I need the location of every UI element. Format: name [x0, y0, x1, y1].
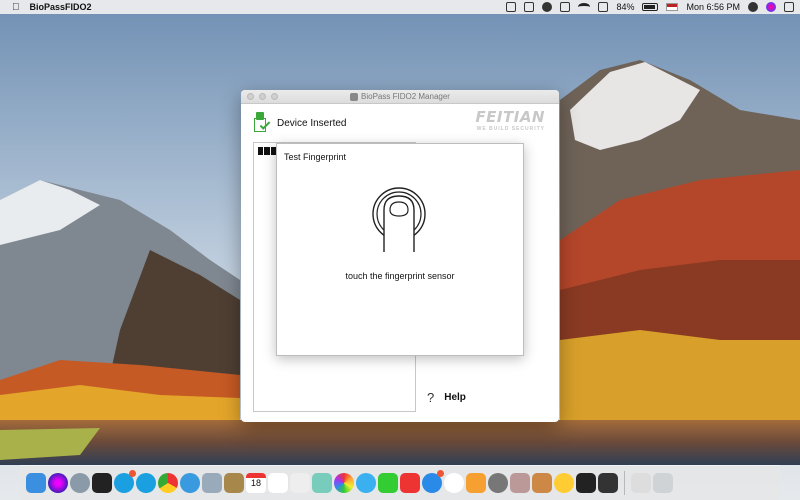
- trash-icon[interactable]: [653, 473, 673, 493]
- menubar-app-name[interactable]: BioPassFIDO2: [30, 2, 92, 12]
- list-view-icon: [258, 147, 276, 155]
- logo-tagline: WE BUILD SECURITY: [476, 126, 545, 132]
- test-fingerprint-dialog: Test Fingerprint touch the fingerprint s…: [276, 143, 524, 356]
- feitian-logo: FEITIAN WE BUILD SECURITY: [475, 108, 545, 132]
- system-preferences-icon[interactable]: [488, 473, 508, 493]
- window-controls: [247, 93, 278, 100]
- safari-icon[interactable]: [180, 473, 200, 493]
- close-button[interactable]: [247, 93, 254, 100]
- skype-business-icon[interactable]: [136, 473, 156, 493]
- screen-capture-icon[interactable]: [524, 2, 535, 12]
- itunes-icon[interactable]: [444, 473, 464, 493]
- spotlight-search-icon[interactable]: [748, 2, 758, 12]
- help-icon: ?: [427, 390, 435, 405]
- calendar-icon[interactable]: 18: [246, 473, 266, 493]
- maps-icon[interactable]: [312, 473, 332, 493]
- photo-booth-icon[interactable]: [400, 473, 420, 493]
- launchpad-icon[interactable]: [70, 473, 90, 493]
- dock-separator: [624, 471, 625, 495]
- app-store-icon[interactable]: [422, 470, 444, 493]
- calendar-day: 18: [250, 478, 261, 488]
- usb-device-check-icon: [253, 112, 271, 134]
- chrome-icon[interactable]: [158, 473, 178, 493]
- apple-menu-icon[interactable]: : [12, 2, 20, 13]
- siri-dock-icon[interactable]: [48, 473, 68, 493]
- skype-icon[interactable]: [114, 470, 136, 493]
- photos-icon[interactable]: [334, 473, 354, 493]
- contacts-icon[interactable]: [224, 473, 244, 493]
- terminal-icon[interactable]: [576, 473, 596, 493]
- preview-icon[interactable]: [202, 473, 222, 493]
- input-source-flag-icon[interactable]: [666, 3, 679, 11]
- reminders-icon[interactable]: [290, 473, 310, 493]
- finder-icon[interactable]: [26, 473, 46, 493]
- ibooks-icon[interactable]: [466, 473, 486, 493]
- dock: 18: [20, 465, 780, 500]
- status-app-icon[interactable]: [506, 2, 517, 12]
- display-icon[interactable]: [560, 2, 571, 12]
- utility-icon[interactable]: [532, 473, 552, 493]
- dialog-title: Test Fingerprint: [284, 152, 347, 162]
- keychain-icon[interactable]: [510, 473, 530, 493]
- menu-bar:  BioPassFIDO2 84% Mon 6:56 PM: [0, 0, 800, 14]
- fingerprint-touch-icon: [371, 186, 427, 252]
- biopass-dock-icon[interactable]: [598, 473, 618, 493]
- logo-brand: FEITIAN: [475, 108, 545, 126]
- documents-stack-icon[interactable]: [631, 473, 651, 493]
- dialog-message: touch the fingerprint sensor: [345, 271, 455, 281]
- help-button[interactable]: ? Help: [427, 390, 466, 405]
- facetime-icon[interactable]: [378, 473, 398, 493]
- notes-icon[interactable]: [268, 473, 288, 493]
- zoom-button[interactable]: [271, 93, 278, 100]
- mission-control-icon[interactable]: [92, 473, 112, 493]
- wifi-icon[interactable]: [578, 3, 591, 11]
- menubar-clock[interactable]: Mon 6:56 PM: [686, 2, 740, 12]
- siri-icon[interactable]: [766, 2, 776, 12]
- window-title-icon: [350, 92, 359, 101]
- notification-center-icon[interactable]: [784, 2, 794, 12]
- battery-percent[interactable]: 84%: [616, 2, 634, 12]
- minimize-button[interactable]: [259, 93, 266, 100]
- device-status-row: Device Inserted: [253, 112, 346, 134]
- device-status-label: Device Inserted: [277, 117, 347, 129]
- volume-icon[interactable]: [598, 2, 609, 12]
- menubar-status-area: 84% Mon 6:56 PM: [506, 2, 794, 12]
- window-title: BioPass FIDO2 Manager: [361, 92, 450, 101]
- help-label: Help: [444, 392, 466, 403]
- messages-icon[interactable]: [356, 473, 376, 493]
- clock-app-icon[interactable]: [542, 2, 553, 12]
- battery-icon[interactable]: [642, 3, 659, 11]
- window-titlebar[interactable]: BioPass FIDO2 Manager: [241, 90, 559, 104]
- sketch-icon[interactable]: [554, 473, 574, 493]
